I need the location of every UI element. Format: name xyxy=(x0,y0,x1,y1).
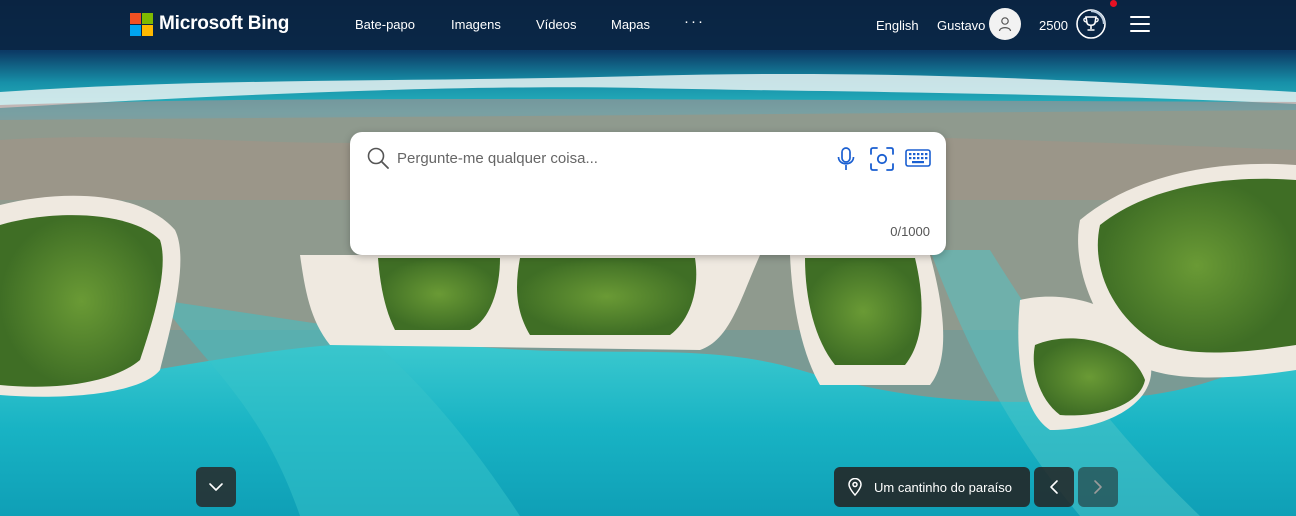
chevron-left-icon xyxy=(1050,480,1058,494)
previous-image-button[interactable] xyxy=(1034,467,1074,507)
chevron-right-icon xyxy=(1094,480,1102,494)
microphone-icon[interactable] xyxy=(835,146,857,172)
nav-item-maps[interactable]: Mapas xyxy=(611,17,650,32)
language-toggle[interactable]: English xyxy=(876,18,919,33)
keyboard-icon[interactable] xyxy=(905,147,931,169)
scroll-down-button[interactable] xyxy=(196,467,236,507)
next-image-button[interactable] xyxy=(1078,467,1118,507)
rewards-points[interactable]: 2500 xyxy=(1039,18,1068,33)
brand-name: Microsoft Bing xyxy=(159,13,290,34)
nav-item-images[interactable]: Imagens xyxy=(451,17,501,32)
background-image xyxy=(0,0,1296,516)
rewards-trophy-icon[interactable] xyxy=(1075,8,1107,40)
notification-dot xyxy=(1110,0,1117,7)
nav-more-button[interactable]: ··· xyxy=(684,13,705,30)
search-box: 0/1000 xyxy=(350,132,946,255)
search-icon xyxy=(367,147,389,169)
microsoft-logo-icon xyxy=(130,12,153,36)
top-header: Microsoft Bing Bate-papo Imagens Vídeos … xyxy=(0,0,1296,50)
search-input[interactable] xyxy=(397,145,817,171)
character-counter: 0/1000 xyxy=(890,224,930,239)
image-caption-button[interactable]: Um cantinho do paraíso xyxy=(834,467,1030,507)
nav-item-videos[interactable]: Vídeos xyxy=(536,17,576,32)
location-pin-icon xyxy=(848,478,862,496)
bing-logo[interactable]: Microsoft Bing xyxy=(130,12,289,36)
user-name[interactable]: Gustavo xyxy=(937,18,985,33)
user-avatar[interactable] xyxy=(989,8,1021,40)
nav-item-chat[interactable]: Bate-papo xyxy=(355,17,415,32)
chevron-down-icon xyxy=(209,483,223,491)
user-icon xyxy=(998,17,1012,32)
hamburger-menu-icon[interactable] xyxy=(1130,16,1150,32)
image-caption-text: Um cantinho do paraíso xyxy=(874,479,1013,495)
visual-search-camera-icon[interactable] xyxy=(869,146,895,172)
